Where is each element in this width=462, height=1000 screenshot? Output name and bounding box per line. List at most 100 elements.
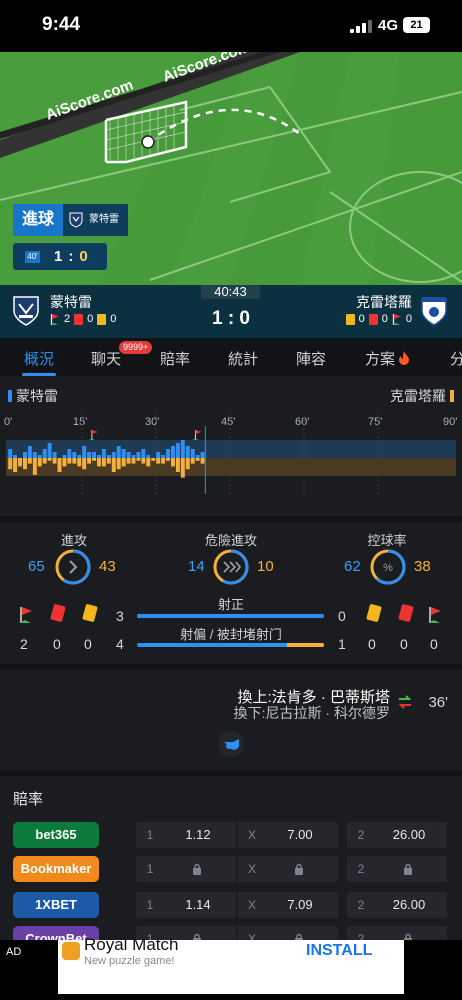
home-pressure-bar [146, 455, 151, 458]
stat-home-dangerous: 14 [188, 558, 205, 575]
bookmaker-logo[interactable]: 1XBET [13, 892, 99, 918]
home-pressure-bar [37, 455, 42, 458]
away-pressure-bar [47, 458, 52, 461]
home-pressure-bar [161, 455, 166, 458]
odds-cell[interactable]: 2 [347, 856, 447, 882]
yellow-card-icon [366, 603, 382, 623]
status-time: 9:44 [42, 14, 81, 35]
odds-row[interactable]: 1XBET 1 1.14 X 7.09 2 26.00 [0, 892, 462, 920]
odds-value: 1.14 [185, 897, 211, 912]
home-pressure-bar [42, 449, 47, 458]
signal-icon [350, 20, 372, 33]
goal-event-badge: 進球 蒙特雷 [13, 204, 129, 236]
network-type: 4G [378, 17, 399, 34]
red-card-icon [50, 603, 66, 623]
away-corners-stat: 0 [430, 636, 438, 652]
home-pressure-bar [8, 449, 13, 458]
corner-flag-icon [391, 313, 401, 325]
odds-value: 1.12 [185, 827, 211, 842]
stat-home-attacks: 65 [28, 558, 45, 575]
away-pressure-bar [42, 458, 47, 464]
away-pressure-bar [13, 458, 18, 472]
away-pressure-bar [72, 458, 77, 464]
goal-team-name: 蒙特雷 [89, 214, 120, 225]
tab-more[interactable]: 分 [450, 348, 462, 369]
home-pressure-bar [87, 452, 92, 458]
bookmaker-logo[interactable]: bet365 [13, 822, 99, 848]
home-pressure-bar [77, 455, 82, 458]
away-pressure-bar [32, 458, 37, 475]
away-counts: 0 0 0 [345, 313, 412, 325]
tab-lineups[interactable]: 陣容 [296, 348, 326, 369]
home-pressure-bar [67, 449, 72, 458]
home-pressure-bar [62, 455, 67, 458]
odds-cell[interactable]: X [238, 856, 338, 882]
stat-away-dangerous: 10 [257, 558, 274, 575]
home-pressure-bar [27, 446, 32, 458]
home-pressure-bar [13, 455, 18, 458]
mini-away-score: 0 [79, 248, 88, 265]
away-pressure-bar [111, 458, 116, 472]
match-scorebar: 蒙特雷 2 0 0 40:43 1 : 0 克雷塔羅 0 0 0 [0, 285, 462, 338]
corner-flag-icon [88, 430, 98, 440]
away-pressure-bar [195, 458, 200, 461]
away-pressure-bar [175, 458, 180, 472]
tab-odds[interactable]: 賠率 [160, 348, 190, 369]
stat-away-attacks: 43 [99, 558, 116, 575]
odds-row[interactable]: Bookmaker 1 X 2 [0, 856, 462, 884]
home-pressure-bar [166, 449, 171, 458]
events-section: 換上:法肯多 · 巴蒂斯塔 換下:尼古拉斯 · 科尔德罗 36' [0, 670, 462, 770]
odds-value: 26.00 [392, 897, 426, 912]
away-team-name[interactable]: 克雷塔羅 [356, 292, 412, 312]
odds-key: 2 [357, 862, 365, 876]
odds-row[interactable]: bet365 1 1.12 X 7.00 2 26.00 [0, 822, 462, 850]
stat-label-dangerous: 危險進攻 [204, 533, 257, 548]
substitution-icon [398, 695, 412, 709]
odds-cell[interactable]: 2 26.00 [347, 892, 447, 918]
ad-install-button[interactable]: INSTALL [306, 942, 372, 960]
away-pressure-bar [156, 458, 161, 464]
home-pressure-bar [156, 452, 161, 458]
home-pressure-bar [171, 446, 175, 458]
odds-cell[interactable]: X 7.09 [238, 892, 338, 918]
home-pressure-bar [101, 449, 106, 458]
odds-key: 2 [357, 898, 365, 912]
away-pressure-bar [106, 458, 111, 464]
odds-cell[interactable]: 2 26.00 [347, 822, 447, 848]
away-pressure-bar [92, 458, 97, 461]
odds-cell[interactable]: 1 1.12 [136, 822, 236, 848]
away-pressure-bar [62, 458, 67, 467]
away-pressure-bar [116, 458, 121, 470]
away-pressure-bar [97, 458, 101, 467]
pressure-timeline-chart[interactable] [6, 412, 456, 494]
timeline-away-label: 克雷塔羅 [390, 386, 454, 406]
odds-cell[interactable]: 1 [136, 856, 236, 882]
odds-cell[interactable]: 1 1.14 [136, 892, 236, 918]
queretaro-crest-icon[interactable] [420, 295, 448, 327]
home-pressure-bar [175, 443, 180, 458]
ad-content[interactable]: Royal Match New puzzle game! INSTALL [58, 935, 404, 994]
bookmaker-logo[interactable]: Bookmaker [13, 856, 99, 882]
away-color-marker [450, 390, 454, 402]
home-pressure-bar [47, 443, 52, 458]
home-pressure-bar [72, 452, 77, 458]
home-pressure-bar [200, 452, 205, 458]
match-clock: 40:43 [201, 285, 260, 299]
mini-scoreboard: 40' 1 : 0 [13, 243, 107, 270]
yellow-card-icon [345, 313, 355, 325]
stat-label-possession: 控球率 [367, 533, 407, 548]
screen: { "status": {"time": "9:44", "network": … [0, 0, 462, 1000]
lock-icon [193, 863, 201, 875]
home-indicator[interactable] [149, 987, 315, 992]
tab-chat[interactable]: 聊天 [91, 348, 121, 369]
away-pressure-bar [121, 458, 126, 467]
tab-plans[interactable]: 方案 [365, 348, 410, 369]
tab-overview[interactable]: 概況 [24, 348, 54, 369]
odds-cell[interactable]: X 7.00 [238, 822, 338, 848]
tab-stats[interactable]: 統計 [228, 348, 258, 369]
ad-tag: AD [6, 946, 22, 958]
odds-value: 7.09 [287, 897, 313, 912]
odds-key: X [247, 828, 256, 842]
home-pressure-bar [116, 446, 121, 458]
away-pressure-bar [37, 458, 42, 467]
